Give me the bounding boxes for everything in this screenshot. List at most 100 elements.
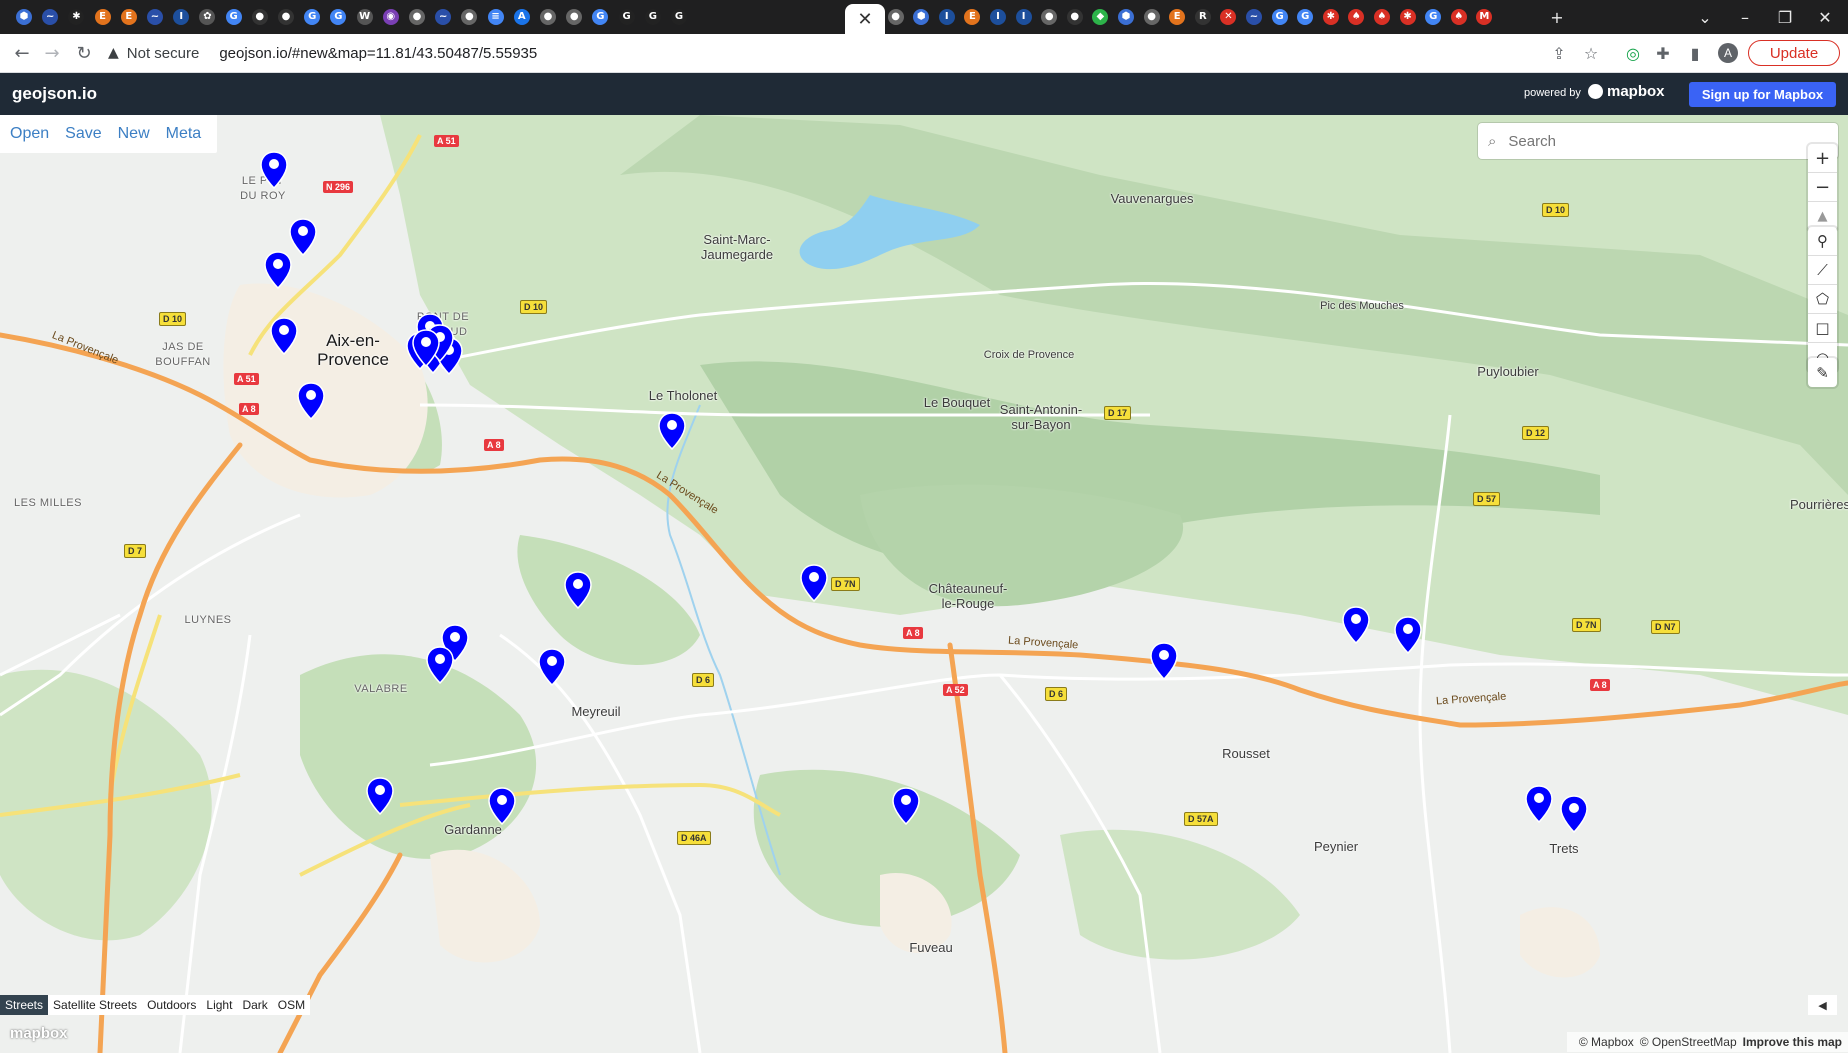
browser-tab[interactable]: ⬢ (1114, 6, 1138, 28)
browser-tab[interactable]: ◉ (379, 6, 403, 28)
browser-tab[interactable]: ● (884, 6, 908, 28)
browser-tab[interactable]: G (1293, 6, 1317, 28)
reload-icon[interactable]: ↻ (72, 42, 96, 64)
update-button[interactable]: Update (1748, 40, 1840, 66)
attribution-mapbox[interactable]: © Mapbox (1579, 1035, 1634, 1049)
profile-avatar[interactable]: A (1718, 43, 1738, 63)
extensions-puzzle-icon[interactable]: ✚ (1652, 42, 1674, 64)
search-box[interactable]: ⌕ (1478, 123, 1838, 159)
map-marker-pin[interactable] (1394, 616, 1422, 654)
browser-tab[interactable]: ✿ (195, 6, 219, 28)
close-tab-icon[interactable]: ✕ (857, 9, 872, 30)
browser-tab[interactable]: ✱ (64, 6, 88, 28)
side-panel-icon[interactable]: ▮ (1684, 42, 1706, 64)
browser-tab[interactable]: W (353, 6, 377, 28)
zoom-in-icon[interactable]: + (1808, 144, 1837, 173)
browser-tab[interactable]: ● (248, 6, 272, 28)
browser-tab[interactable]: E (91, 6, 115, 28)
browser-tab[interactable]: G (300, 6, 324, 28)
browser-tab[interactable]: ~ (38, 6, 62, 28)
map-marker-pin[interactable] (366, 777, 394, 815)
menu-save[interactable]: Save (65, 125, 101, 143)
close-window-icon[interactable]: ✕ (1810, 4, 1840, 30)
browser-tab[interactable]: ● (562, 6, 586, 28)
style-option[interactable]: Dark (237, 995, 272, 1015)
browser-tab[interactable]: G (667, 6, 691, 28)
browser-tab[interactable]: ● (1037, 6, 1061, 28)
browser-tab[interactable]: A (510, 6, 534, 28)
bookmark-star-icon[interactable]: ☆ (1580, 42, 1602, 64)
app-logo[interactable]: geojson.io (12, 84, 97, 104)
browser-tab[interactable]: ~ (143, 6, 167, 28)
map-marker-pin[interactable] (892, 787, 920, 825)
search-input[interactable] (1506, 131, 1811, 151)
browser-tab[interactable]: ~ (431, 6, 455, 28)
browser-tab[interactable]: ✱ (1396, 6, 1420, 28)
menu-open[interactable]: Open (10, 125, 49, 143)
style-option[interactable]: Light (201, 995, 237, 1015)
browser-tab[interactable]: ● (1140, 6, 1164, 28)
map-marker-pin[interactable] (297, 382, 325, 420)
draw-polygon-icon[interactable]: ⬠ (1808, 285, 1837, 314)
browser-tab[interactable]: G (641, 6, 665, 28)
browser-tab[interactable]: ● (457, 6, 481, 28)
active-tab[interactable]: ✕ (845, 4, 885, 34)
collapse-arrow-icon[interactable]: ◀ (1808, 995, 1837, 1015)
improve-map-link[interactable]: Improve this map (1743, 1035, 1842, 1049)
edit-pencil-icon[interactable]: ✎ (1808, 358, 1837, 387)
draw-point-icon[interactable]: ⚲ (1808, 227, 1837, 256)
style-option[interactable]: Satellite Streets (48, 995, 142, 1015)
map-marker-pin[interactable] (260, 151, 288, 189)
draw-line-icon[interactable]: ⟋ (1808, 256, 1837, 285)
browser-tab[interactable]: G (615, 6, 639, 28)
not-secure-label[interactable]: Not secure (127, 45, 200, 62)
browser-tab[interactable]: ● (405, 6, 429, 28)
map-marker-pin[interactable] (564, 571, 592, 609)
browser-tab[interactable]: G (326, 6, 350, 28)
map-marker-pin[interactable] (488, 787, 516, 825)
grammarly-extension-icon[interactable]: ◎ (1622, 42, 1644, 64)
map-marker-pin[interactable] (412, 329, 440, 367)
mapbox-logo[interactable]: mapbox (1588, 83, 1665, 100)
browser-tab[interactable]: ● (536, 6, 560, 28)
browser-tab[interactable]: ✱ (1319, 6, 1343, 28)
restore-icon[interactable]: ❐ (1770, 4, 1800, 30)
minimize-icon[interactable]: – (1730, 4, 1760, 30)
menu-meta[interactable]: Meta (166, 125, 202, 143)
map-marker-pin[interactable] (1525, 785, 1553, 823)
browser-tab[interactable]: ⬢ (12, 6, 36, 28)
browser-tab[interactable]: R (1191, 6, 1215, 28)
browser-tab[interactable]: E (960, 6, 984, 28)
browser-tab[interactable]: ~ (1242, 6, 1266, 28)
browser-tab[interactable]: I (169, 6, 193, 28)
map-marker-pin[interactable] (1560, 795, 1588, 833)
map-marker-pin[interactable] (264, 251, 292, 289)
map-marker-pin[interactable] (270, 317, 298, 355)
map-marker-pin[interactable] (800, 564, 828, 602)
url-text[interactable]: geojson.io/#new&map=11.81/43.50487/5.559… (219, 45, 537, 62)
browser-tab[interactable]: M (1472, 6, 1496, 28)
browser-tab[interactable]: G (1268, 6, 1292, 28)
back-arrow-icon[interactable]: ← (10, 42, 34, 64)
map-marker-pin[interactable] (426, 646, 454, 684)
new-tab-button[interactable]: + (1542, 4, 1572, 30)
draw-rectangle-icon[interactable]: □ (1808, 314, 1837, 343)
browser-tab[interactable]: E (117, 6, 141, 28)
map-marker-pin[interactable] (289, 218, 317, 256)
map-marker-pin[interactable] (1342, 606, 1370, 644)
omnibox[interactable]: ▲ Not secure geojson.io/#new&map=11.81/4… (108, 38, 1598, 68)
browser-tab[interactable]: G (588, 6, 612, 28)
mapbox-watermark[interactable]: mapbox (10, 1025, 68, 1042)
map-marker-pin[interactable] (538, 648, 566, 686)
forward-arrow-icon[interactable]: → (40, 42, 64, 64)
browser-tab[interactable]: ≡ (484, 6, 508, 28)
attribution-osm[interactable]: © OpenStreetMap (1640, 1035, 1737, 1049)
browser-tab[interactable]: I (1012, 6, 1036, 28)
map-marker-pin[interactable] (658, 412, 686, 450)
browser-tab[interactable]: ● (1063, 6, 1087, 28)
browser-tab[interactable]: ♠ (1447, 6, 1471, 28)
browser-tab[interactable]: ♠ (1370, 6, 1394, 28)
style-option[interactable]: Streets (0, 995, 49, 1015)
style-option[interactable]: OSM (273, 995, 310, 1015)
browser-tab[interactable]: G (222, 6, 246, 28)
